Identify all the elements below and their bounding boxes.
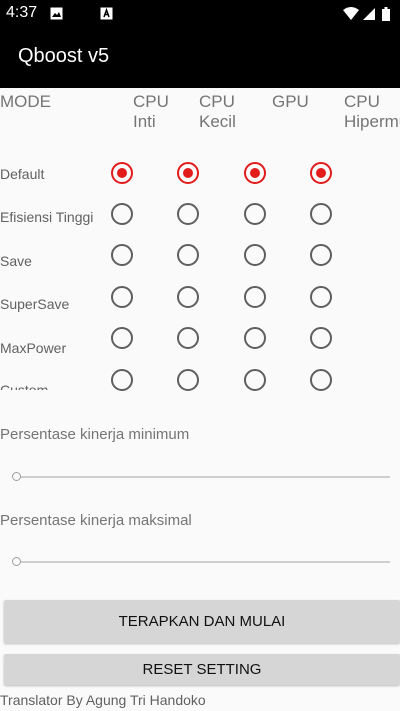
radio-efisiensi-tinggi-cpu-kecil[interactable] — [177, 203, 199, 225]
status-time: 4:37 — [6, 4, 38, 21]
min-performance-slider[interactable] — [12, 470, 392, 484]
column-header-cpu-kecil: CPU Kecil — [199, 92, 236, 131]
radio-supersave-cpu-kecil[interactable] — [177, 286, 199, 308]
radio-custom-cpu-inti[interactable] — [111, 369, 133, 391]
radio-supersave-cpu-inti[interactable] — [111, 286, 133, 308]
row-label-default: Default — [0, 166, 45, 182]
slider-track — [18, 561, 390, 563]
radio-maxpower-cpu-hipermuklir[interactable] — [310, 327, 332, 349]
signal-icon — [363, 8, 375, 20]
radio-custom-cpu-kecil[interactable] — [177, 369, 199, 391]
apply-start-button[interactable]: TERAPKAN DAN MULAI — [4, 600, 400, 643]
translator-credit: Translator By Agung Tri Handoko — [0, 692, 206, 708]
slider-thumb[interactable] — [12, 472, 21, 481]
column-header-gpu: GPU — [272, 92, 309, 111]
row-label-supersave: SuperSave — [0, 296, 70, 312]
radio-efisiensi-tinggi-cpu-hipermuklir[interactable] — [310, 203, 332, 225]
status-bar: 4:37 — [0, 0, 400, 28]
app-bar: Qboost v5 — [0, 28, 400, 88]
radio-default-cpu-inti[interactable] — [111, 162, 133, 184]
radio-save-cpu-inti[interactable] — [111, 244, 133, 266]
radio-default-cpu-hipermuklir[interactable] — [310, 162, 332, 184]
min-performance-label: Persentase kinerja minimum — [0, 426, 190, 443]
radio-efisiensi-tinggi-gpu[interactable] — [244, 203, 266, 225]
radio-supersave-cpu-hipermuklir[interactable] — [310, 286, 332, 308]
radio-save-cpu-kecil[interactable] — [177, 244, 199, 266]
radio-default-gpu[interactable] — [244, 162, 266, 184]
notification-icon — [100, 7, 113, 20]
gallery-icon — [50, 7, 63, 20]
column-header-mode: MODE — [0, 92, 51, 111]
max-performance-label: Persentase kinerja maksimal — [0, 512, 192, 529]
radio-supersave-gpu[interactable] — [244, 286, 266, 308]
radio-maxpower-cpu-inti[interactable] — [111, 327, 133, 349]
row-label-save: Save — [0, 253, 32, 269]
app-title: Qboost v5 — [18, 45, 110, 67]
radio-custom-cpu-hipermuklir[interactable] — [310, 369, 332, 391]
wifi-icon — [343, 7, 359, 20]
row-label-efisiensi-tinggi: Efisiensi Tinggi — [0, 209, 94, 225]
radio-save-gpu[interactable] — [244, 244, 266, 266]
radio-save-cpu-hipermuklir[interactable] — [310, 244, 332, 266]
radio-maxpower-cpu-kecil[interactable] — [177, 327, 199, 349]
radio-default-cpu-kecil[interactable] — [177, 162, 199, 184]
column-header-cpu-inti: CPU Inti — [133, 92, 169, 131]
row-label-custom: Custom — [0, 382, 49, 390]
max-performance-slider[interactable] — [12, 555, 392, 569]
battery-icon — [382, 7, 390, 21]
row-label-maxpower: MaxPower — [0, 340, 67, 356]
column-header-cpu-hipermuklir: CPU Hipermuklir — [344, 92, 400, 131]
slider-track — [18, 476, 390, 478]
radio-custom-gpu[interactable] — [244, 369, 266, 391]
slider-thumb[interactable] — [12, 557, 21, 566]
radio-efisiensi-tinggi-cpu-inti[interactable] — [111, 203, 133, 225]
row-label-custom-clip: Custom — [0, 378, 120, 390]
reset-setting-button[interactable]: RESET SETTING — [4, 654, 400, 685]
radio-maxpower-gpu[interactable] — [244, 327, 266, 349]
